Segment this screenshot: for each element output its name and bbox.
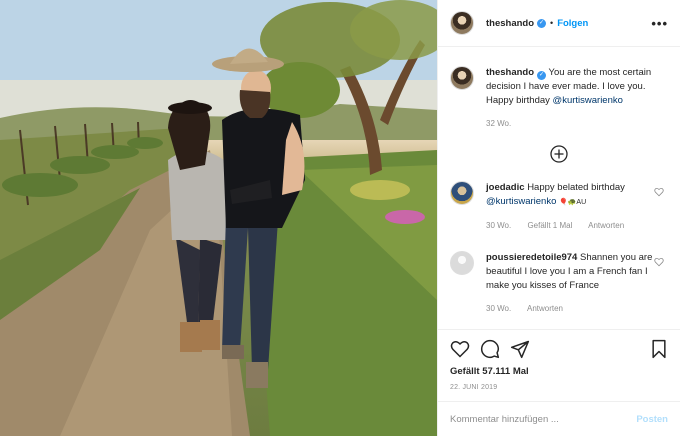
author-avatar[interactable] (450, 11, 474, 35)
caption: theshando ✓ You are the most certain deci… (450, 66, 668, 131)
photo-illustration (0, 0, 437, 436)
likes-count[interactable]: Gefällt 57.111 Mal (450, 366, 668, 377)
comment-body: poussieredetoile974 Shannen you are beau… (486, 251, 664, 316)
share-icon[interactable] (510, 339, 530, 359)
comment-text: Happy belated birthday (527, 182, 625, 193)
verified-badge-icon: ✓ (537, 18, 547, 28)
comment-input[interactable] (450, 413, 637, 425)
post-header: theshando ✓ • Folgen ••• (438, 0, 680, 47)
more-options-icon[interactable]: ••• (651, 16, 668, 31)
load-more-comments[interactable] (450, 145, 668, 163)
comment-item: poussieredetoile974 Shannen you are beau… (450, 251, 668, 316)
verified-badge-icon: ✓ (537, 71, 547, 80)
comment-body: joedadic Happy belated birthday @kurtisw… (486, 181, 664, 233)
reply-button[interactable]: Antworten (588, 221, 624, 230)
comment-emoji: 🎈🐢AU (559, 199, 587, 206)
comment-icon[interactable] (480, 339, 500, 359)
author-username[interactable]: theshando (486, 18, 534, 29)
comments-list[interactable]: theshando ✓ You are the most certain deci… (438, 48, 680, 330)
caption-mention[interactable]: @kurtiswarienko (553, 95, 623, 106)
load-more-plus-icon[interactable] (550, 145, 568, 163)
heart-icon[interactable] (450, 339, 470, 359)
comment-meta: 30 Wo. Antworten (486, 302, 664, 316)
post-actions: Gefällt 57.111 Mal 22. JUNI 2019 (438, 329, 680, 391)
caption-time[interactable]: 32 Wo. (486, 119, 511, 128)
post-side-panel: theshando ✓ • Folgen ••• theshando ✓ You … (437, 0, 680, 436)
caption-meta: 32 Wo. (486, 117, 664, 131)
post-photo[interactable] (0, 0, 437, 436)
commenter-avatar-placeholder[interactable] (450, 251, 474, 275)
header-separator: • (550, 18, 554, 28)
comment-like-heart-icon[interactable] (654, 187, 664, 197)
comment-mention[interactable]: @kurtiswarienko (486, 196, 556, 207)
commenter-avatar[interactable] (450, 181, 474, 205)
comment-time[interactable]: 30 Wo. (486, 221, 511, 230)
action-icons-row (450, 336, 668, 362)
caption-body: theshando ✓ You are the most certain deci… (486, 66, 664, 131)
caption-avatar[interactable] (450, 66, 474, 90)
bookmark-icon[interactable] (650, 339, 668, 359)
commenter-username[interactable]: poussieredetoile974 (486, 252, 577, 263)
commenter-username[interactable]: joedadic (486, 182, 525, 193)
post-date[interactable]: 22. JUNI 2019 (450, 384, 668, 391)
follow-button[interactable]: Folgen (557, 18, 588, 29)
comment-likes[interactable]: Gefällt 1 Mal (527, 221, 572, 230)
reply-button[interactable]: Antworten (527, 304, 563, 313)
caption-username[interactable]: theshando (486, 67, 534, 78)
comment-time[interactable]: 30 Wo. (486, 304, 511, 313)
comment-item: joedadic Happy belated birthday @kurtisw… (450, 181, 668, 233)
comment-meta: 30 Wo. Gefällt 1 Mal Antworten (486, 219, 664, 233)
post-comment-button[interactable]: Posten (636, 414, 668, 425)
instagram-post: theshando ✓ • Folgen ••• theshando ✓ You … (0, 0, 680, 436)
comment-like-heart-icon[interactable] (654, 257, 664, 267)
add-comment-bar: Posten (438, 401, 680, 436)
